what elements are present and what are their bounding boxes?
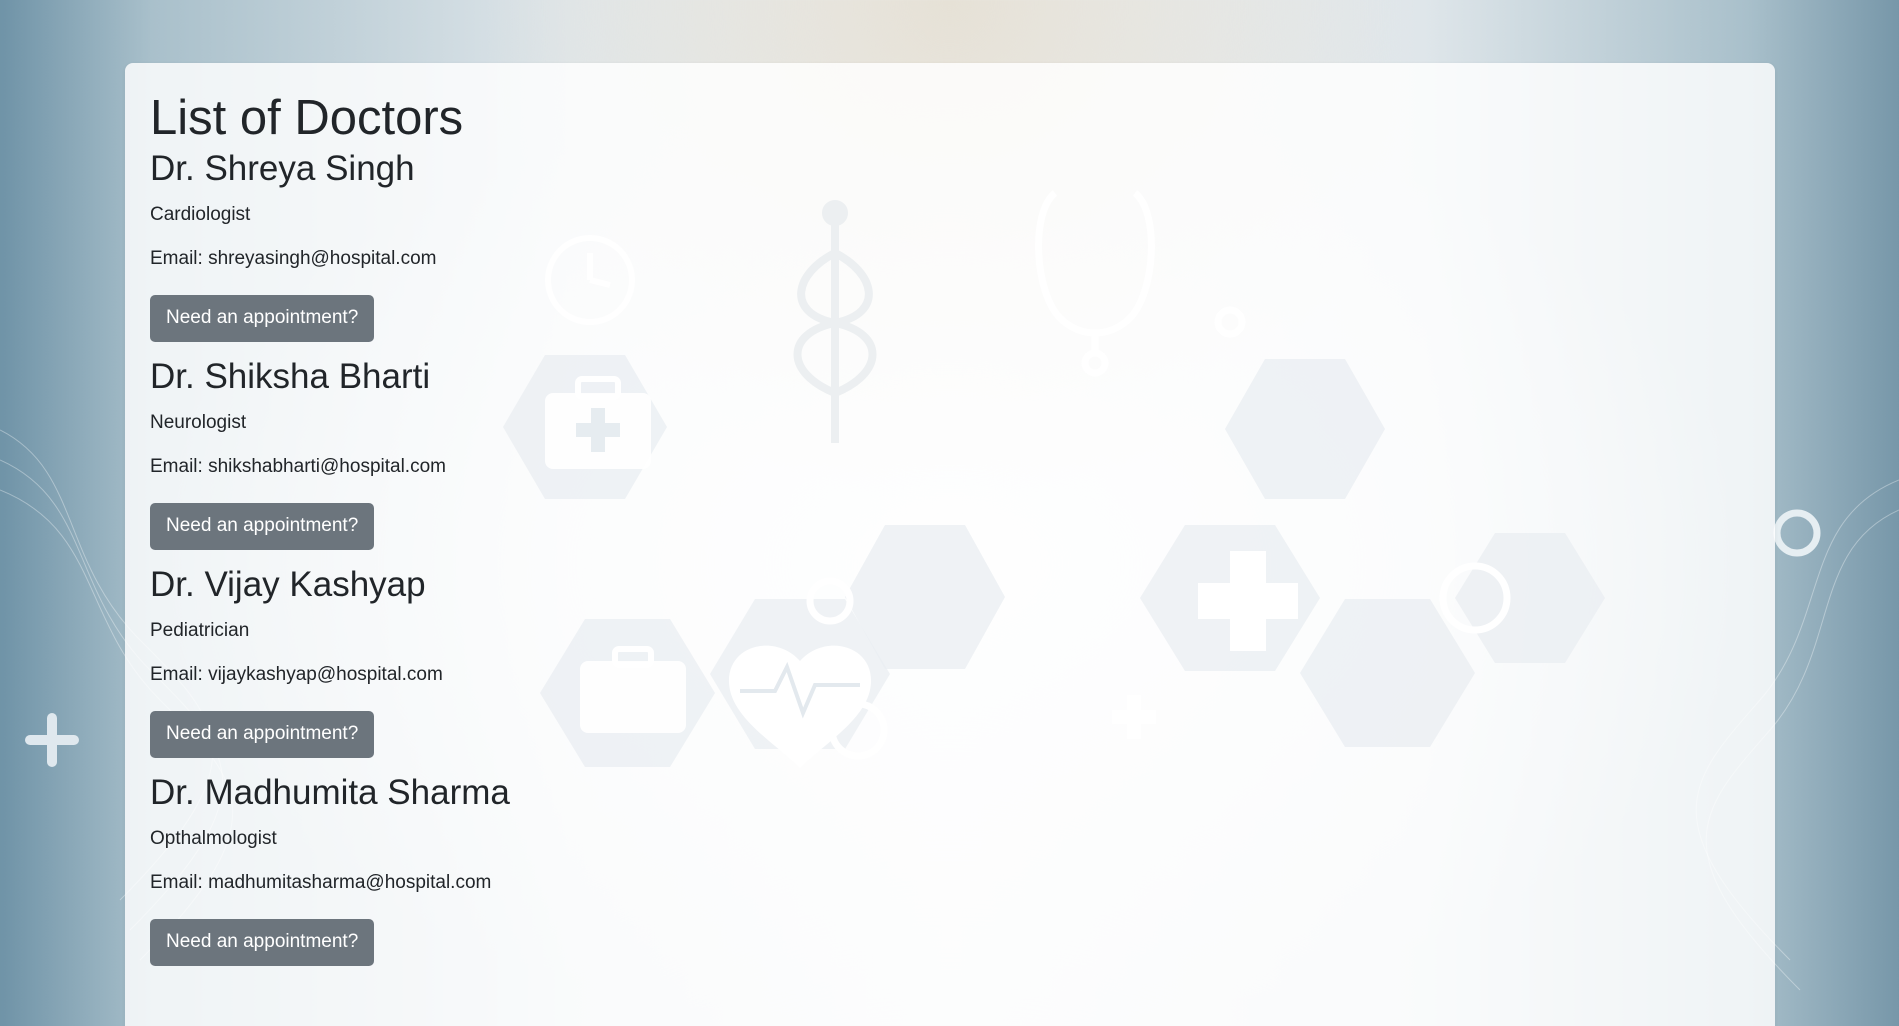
appointment-button[interactable]: Need an appointment?	[150, 294, 375, 342]
appointment-button[interactable]: Need an appointment?	[150, 918, 375, 966]
doctor-email: Email: madhumitasharma@hospital.com	[150, 872, 492, 894]
doctor-card: Dr. Shreya Singh Cardiologist Email: shr…	[150, 148, 1750, 356]
doctor-card: Dr. Vijay Kashyap Pediatrician Email: vi…	[150, 564, 1750, 772]
doctor-list-card: List of Doctors Dr. Shreya Singh Cardiol…	[125, 63, 1775, 1026]
appointment-button[interactable]: Need an appointment?	[150, 502, 375, 550]
doctor-name: Dr. Shiksha Bharti	[150, 356, 431, 396]
ring-icon	[1773, 509, 1821, 557]
doctor-specialty: Cardiologist	[150, 203, 251, 225]
cross-icon	[25, 713, 79, 767]
doctor-name: Dr. Vijay Kashyap	[150, 564, 426, 604]
doctor-specialty: Pediatrician	[150, 619, 250, 641]
doctor-email: Email: vijaykashyap@hospital.com	[150, 664, 443, 686]
doctor-specialty: Opthalmologist	[150, 827, 277, 849]
doctor-specialty: Neurologist	[150, 411, 247, 433]
doctor-name: Dr. Shreya Singh	[150, 148, 415, 188]
appointment-button[interactable]: Need an appointment?	[150, 710, 375, 758]
doctor-email: Email: shikshabharti@hospital.com	[150, 456, 446, 478]
doctor-email: Email: shreyasingh@hospital.com	[150, 248, 437, 270]
doctor-card: Dr. Madhumita Sharma Opthalmologist Emai…	[150, 772, 1750, 980]
doctor-card: Dr. Shiksha Bharti Neurologist Email: sh…	[150, 356, 1750, 564]
page-title: List of Doctors	[150, 91, 464, 145]
doctor-name: Dr. Madhumita Sharma	[150, 772, 510, 812]
